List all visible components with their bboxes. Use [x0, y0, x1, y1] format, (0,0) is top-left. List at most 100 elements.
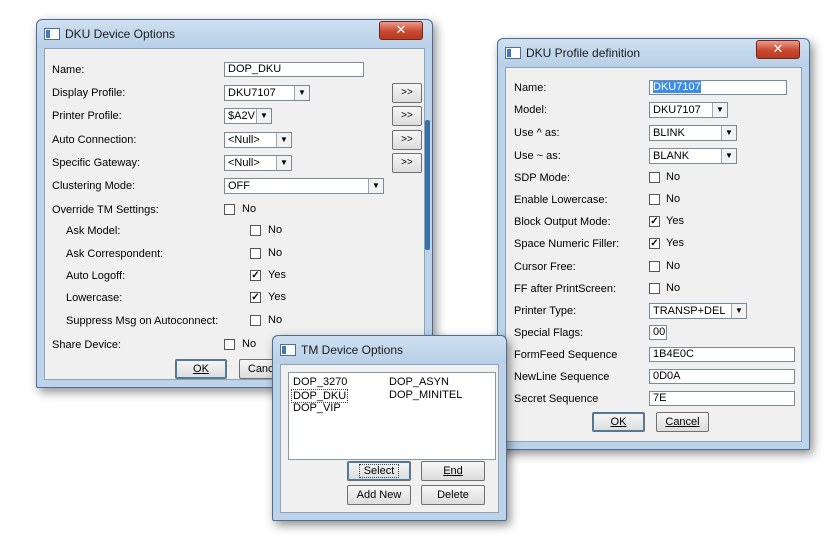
profile-cancel-button[interactable]: Cancel [656, 412, 709, 432]
dku-device-options-window: DKU Device Options ✕ Name: DOP_DKU Displ… [36, 19, 433, 388]
share-device-value: No [242, 338, 257, 350]
ok-button[interactable]: OK [175, 359, 227, 379]
chevron-down-icon[interactable]: ▼ [721, 126, 736, 140]
suppress-msg-value: No [268, 314, 283, 326]
display-profile-select[interactable]: DKU7107 ▼ [224, 85, 310, 101]
scrollbar[interactable] [425, 120, 430, 250]
dku-client-area: Name: DOP_DKU Display Profile: DKU7107 ▼ … [44, 48, 425, 380]
override-tm-checkbox[interactable] [224, 204, 235, 215]
tm-window-title: TM Device Options [301, 343, 404, 357]
end-button[interactable]: End [421, 461, 485, 481]
printer-profile-more-button[interactable]: >> [392, 106, 422, 126]
block-output-checkbox[interactable]: ✓ [649, 216, 660, 227]
list-item[interactable]: DOP_ASYN [389, 376, 449, 388]
dku-profile-definition-window: DKU Profile definition ✕ Name: DKU7107 M… [497, 38, 810, 450]
checkmark-icon: ✓ [251, 270, 260, 281]
cursor-free-checkbox[interactable] [649, 261, 660, 272]
list-item[interactable]: DOP_MINITEL [389, 389, 462, 401]
dku-titlebar[interactable]: DKU Device Options ✕ [37, 20, 432, 48]
chevron-down-icon[interactable]: ▼ [276, 156, 291, 170]
use-tilde-select[interactable]: BLANK ▼ [649, 148, 737, 164]
auto-connection-select[interactable]: <Null> ▼ [224, 132, 292, 148]
clustering-mode-select[interactable]: OFF ▼ [224, 178, 384, 194]
window-app-icon [505, 47, 521, 59]
auto-logoff-checkbox[interactable]: ✓ [250, 270, 261, 281]
use-tilde-label: Use ~ as: [514, 150, 561, 162]
tm-titlebar[interactable]: TM Device Options [273, 336, 506, 364]
close-icon[interactable]: ✕ [379, 21, 423, 40]
enable-lowercase-value: No [666, 193, 681, 205]
checkmark-icon: ✓ [650, 238, 659, 249]
secret-label: Secret Sequence [514, 393, 599, 405]
ask-model-checkbox[interactable] [250, 225, 261, 236]
chevron-down-icon[interactable]: ▼ [731, 304, 746, 318]
list-item[interactable]: DOP_3270 [293, 376, 347, 388]
secret-field[interactable]: 7E [649, 391, 795, 406]
specific-gateway-select[interactable]: <Null> ▼ [224, 155, 292, 171]
space-numeric-value: Yes [666, 237, 684, 249]
profile-name-label: Name: [514, 82, 547, 94]
space-numeric-checkbox[interactable]: ✓ [649, 238, 660, 249]
cursor-free-label: Cursor Free: [514, 261, 576, 273]
suppress-msg-checkbox[interactable] [250, 315, 261, 326]
sdp-mode-value: No [666, 171, 681, 183]
profile-ok-button[interactable]: OK [592, 412, 645, 432]
auto-logoff-value: Yes [268, 269, 286, 281]
printer-profile-select[interactable]: $A2V ▼ [224, 108, 272, 124]
model-label: Model: [514, 104, 548, 116]
printer-type-select[interactable]: TRANSP+DEL ▼ [649, 303, 747, 319]
profile-name-field[interactable]: DKU7107 [649, 80, 787, 95]
chevron-down-icon[interactable]: ▼ [256, 109, 271, 123]
use-caret-label: Use ^ as: [514, 127, 560, 139]
add-new-button[interactable]: Add New [347, 485, 411, 505]
device-list[interactable]: DOP_3270 DOP_DKU DOP_VIP DOP_ASYN DOP_MI… [288, 372, 496, 460]
auto-connection-label: Auto Connection: [52, 134, 137, 146]
tm-device-options-window: TM Device Options DOP_3270 DOP_DKU DOP_V… [272, 335, 507, 521]
override-tm-value: No [242, 203, 257, 215]
enable-lowercase-checkbox[interactable] [649, 194, 660, 205]
newline-field[interactable]: 0D0A [649, 369, 795, 384]
specific-gateway-more-button[interactable]: >> [392, 153, 422, 173]
list-item[interactable]: DOP_VIP [293, 402, 341, 414]
specific-gateway-label: Specific Gateway: [52, 157, 141, 169]
use-caret-select[interactable]: BLINK ▼ [649, 125, 737, 141]
chevron-down-icon[interactable]: ▼ [712, 103, 727, 117]
share-device-checkbox[interactable] [224, 339, 235, 350]
list-item[interactable]: DOP_DKU [291, 389, 349, 403]
printer-type-label: Printer Type: [514, 305, 577, 317]
share-device-label: Share Device: [52, 339, 122, 351]
chevron-down-icon[interactable]: ▼ [294, 86, 309, 100]
lowercase-checkbox[interactable]: ✓ [250, 292, 261, 303]
ask-correspondent-value: No [268, 247, 283, 259]
checkmark-icon: ✓ [650, 216, 659, 227]
sdp-mode-checkbox[interactable] [649, 172, 660, 183]
cursor-free-value: No [666, 260, 681, 272]
name-field[interactable]: DOP_DKU [224, 62, 364, 77]
chevron-down-icon[interactable]: ▼ [368, 179, 383, 193]
space-numeric-label: Space Numeric Filler: [514, 238, 620, 250]
block-output-value: Yes [666, 215, 684, 227]
auto-connection-more-button[interactable]: >> [392, 130, 422, 150]
ask-model-label: Ask Model: [66, 225, 121, 237]
model-select[interactable]: DKU7107 ▼ [649, 102, 728, 118]
dku-window-title: DKU Device Options [65, 27, 176, 41]
delete-button[interactable]: Delete [421, 485, 485, 505]
chevron-down-icon[interactable]: ▼ [276, 133, 291, 147]
window-app-icon [280, 344, 296, 356]
ask-model-value: No [268, 224, 283, 236]
ff-after-label: FF after PrintScreen: [514, 283, 617, 295]
formfeed-field[interactable]: 1B4E0C [649, 347, 795, 362]
chevron-down-icon[interactable]: ▼ [721, 149, 736, 163]
special-flags-field[interactable]: 00 [649, 325, 667, 340]
tm-client-area: DOP_3270 DOP_DKU DOP_VIP DOP_ASYN DOP_MI… [280, 364, 499, 513]
newline-label: NewLine Sequence [514, 371, 610, 383]
ask-correspondent-checkbox[interactable] [250, 248, 261, 259]
select-button[interactable]: Select [347, 461, 411, 481]
block-output-label: Block Output Mode: [514, 216, 611, 228]
close-icon[interactable]: ✕ [756, 40, 800, 59]
special-flags-label: Special Flags: [514, 327, 584, 339]
ff-after-checkbox[interactable] [649, 283, 660, 294]
profile-titlebar[interactable]: DKU Profile definition ✕ [498, 39, 809, 67]
display-profile-more-button[interactable]: >> [392, 83, 422, 103]
lowercase-value: Yes [268, 291, 286, 303]
